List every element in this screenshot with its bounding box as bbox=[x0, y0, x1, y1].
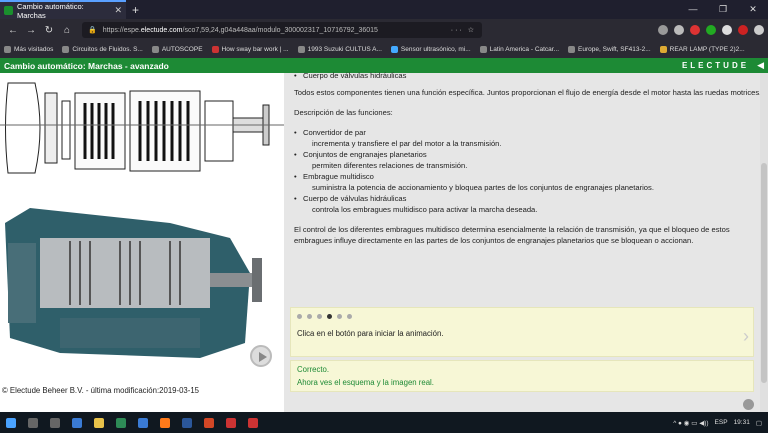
powerpoint-icon[interactable] bbox=[204, 417, 214, 428]
globe-icon bbox=[151, 46, 159, 53]
function-item: Conjuntos de engranajes planetariospermi… bbox=[294, 149, 764, 171]
bookmark-icon bbox=[62, 46, 70, 53]
bookmark-item[interactable]: Más visitados bbox=[4, 46, 53, 53]
copyright-text: © Electude Beheer B.V. - última modifica… bbox=[2, 386, 200, 395]
bookmark-item[interactable]: Sensor ultrasónico, mi... bbox=[390, 46, 471, 53]
minimize-icon[interactable]: — bbox=[678, 4, 708, 15]
task-view-icon[interactable] bbox=[50, 417, 60, 428]
animation-panel: Clica en el botón para iniciar la animac… bbox=[290, 307, 754, 357]
windows-start-icon[interactable] bbox=[6, 417, 16, 428]
electude-favicon-icon bbox=[4, 6, 13, 15]
bookmark-icon bbox=[390, 46, 398, 53]
bookmark-item[interactable]: 1993 Suzuki CULTUS A... bbox=[297, 46, 382, 53]
step-dot[interactable] bbox=[337, 314, 342, 319]
clock[interactable]: 19:31 bbox=[734, 419, 750, 426]
next-chevron-icon[interactable]: › bbox=[743, 326, 749, 347]
url-path: /sco7,59,24,g04a448aa/modulo_300002317_1… bbox=[182, 26, 378, 34]
globe-icon bbox=[568, 46, 576, 53]
library-icon[interactable] bbox=[674, 25, 684, 35]
url-bar[interactable]: 🔒 https://espe. electude.com /sco7,59,24… bbox=[82, 22, 482, 38]
function-item: Convertidor de parincrementa y transfier… bbox=[294, 127, 764, 149]
top-bullet: Cuerpo de válvulas hidráulicas bbox=[294, 70, 764, 81]
url-prefix: https://espe. bbox=[102, 26, 141, 34]
taskbar-app-icon[interactable] bbox=[138, 417, 148, 428]
module-text: Cuerpo de válvulas hidráulicas Todos est… bbox=[294, 70, 764, 255]
illustration-panel: © Electude Beheer B.V. - última modifica… bbox=[0, 73, 284, 412]
taskbar-app-icon[interactable] bbox=[72, 417, 82, 428]
step-dot[interactable] bbox=[317, 314, 322, 319]
tray-icons[interactable]: ^ ● ◉ ▭ ◀)) bbox=[673, 419, 708, 427]
chat-icon[interactable] bbox=[743, 399, 754, 410]
maximize-icon[interactable]: ❐ bbox=[708, 4, 738, 15]
reload-icon[interactable]: ↻ bbox=[40, 25, 58, 36]
firefox-icon[interactable] bbox=[160, 417, 170, 428]
home-icon[interactable]: ⌂ bbox=[58, 25, 76, 36]
pdf-icon[interactable] bbox=[248, 417, 258, 428]
bookmark-item[interactable]: REAR LAMP (TYPE 2)2... bbox=[659, 46, 745, 53]
browser-tab[interactable]: Cambio automático: Marchas ✕ bbox=[0, 0, 126, 20]
bookmark-icon bbox=[659, 46, 667, 53]
forward-arrow-icon[interactable]: → bbox=[22, 25, 40, 36]
youtube-icon bbox=[211, 46, 219, 53]
navigation-bar: ← → ↻ ⌂ 🔒 https://espe. electude.com /sc… bbox=[0, 19, 768, 41]
wrench-icon bbox=[297, 46, 305, 53]
taskbar-app-icon[interactable] bbox=[226, 417, 236, 428]
step-dot[interactable] bbox=[347, 314, 352, 319]
function-item: Cuerpo de válvulas hidráulicascontrola l… bbox=[294, 193, 764, 215]
module-title: Cambio automático: Marchas - avanzado bbox=[4, 60, 169, 71]
bookmarks-bar: Más visitados Circuitos de Fluidos. S...… bbox=[0, 41, 768, 58]
extension-red2-icon[interactable] bbox=[738, 25, 748, 35]
url-domain: electude.com bbox=[140, 26, 183, 34]
feedback-status: Correcto. bbox=[297, 365, 330, 374]
new-tab-button[interactable]: + bbox=[132, 3, 139, 17]
bookmark-item[interactable]: Europe, Swift, SF413-2... bbox=[568, 46, 651, 53]
step-dot-active[interactable] bbox=[327, 314, 332, 319]
description-heading: Descripción de las funciones: bbox=[294, 108, 393, 117]
feedback-panel: Correcto. Ahora ves el esquema y la imag… bbox=[290, 360, 754, 392]
close-tab-icon[interactable]: ✕ bbox=[114, 5, 122, 16]
scrollbar-thumb[interactable] bbox=[761, 163, 767, 383]
word-icon[interactable] bbox=[182, 417, 192, 428]
scrollbar[interactable] bbox=[760, 73, 768, 412]
bookmark-item[interactable]: Latin America - Catcar... bbox=[479, 46, 559, 53]
bookmark-item[interactable]: How sway bar work | ... bbox=[211, 46, 289, 53]
gear-icon bbox=[4, 46, 11, 53]
windows-taskbar: ^ ● ◉ ▭ ◀)) ESP 19:31 ▢ bbox=[0, 412, 768, 433]
window-controls: — ❐ ✕ bbox=[678, 4, 768, 15]
intro-paragraph: Todos estos componentes tienen una funci… bbox=[294, 88, 762, 97]
animation-message: Clica en el botón para iniciar la animac… bbox=[297, 329, 444, 338]
account-icon[interactable] bbox=[722, 25, 732, 35]
transmission-cutaway bbox=[5, 208, 262, 358]
extension-icons bbox=[658, 25, 764, 35]
tab-title: Cambio automático: Marchas bbox=[17, 1, 84, 20]
folder-icon[interactable] bbox=[94, 417, 104, 428]
transmission-schematic bbox=[0, 82, 284, 174]
play-button[interactable] bbox=[250, 345, 272, 367]
search-icon[interactable] bbox=[28, 417, 38, 428]
browser-title-bar: Cambio automático: Marchas ✕ + — ❐ ✕ bbox=[0, 0, 768, 20]
step-dot[interactable] bbox=[297, 314, 302, 319]
download-icon[interactable] bbox=[658, 25, 668, 35]
url-actions[interactable]: ··· ☆ bbox=[451, 26, 476, 34]
menu-icon[interactable] bbox=[754, 25, 764, 35]
language-indicator[interactable]: ESP bbox=[715, 419, 728, 426]
system-tray: ^ ● ◉ ▭ ◀)) ESP 19:31 ▢ bbox=[673, 419, 762, 427]
extension-green-icon[interactable] bbox=[706, 25, 716, 35]
feedback-message: Ahora ves el esquema y la imagen real. bbox=[297, 378, 434, 387]
function-item: Embrague multidiscosuministra la potenci… bbox=[294, 171, 764, 193]
step-indicator bbox=[297, 314, 352, 319]
control-paragraph: El control de los diferentes embragues m… bbox=[294, 225, 730, 245]
extension-red-icon[interactable] bbox=[690, 25, 700, 35]
notification-icon[interactable]: ▢ bbox=[756, 419, 762, 427]
taskbar-app-icon[interactable] bbox=[116, 417, 126, 428]
bookmark-item[interactable]: AUTOSCOPE bbox=[151, 46, 203, 53]
lock-icon: 🔒 bbox=[88, 27, 97, 34]
step-dot[interactable] bbox=[307, 314, 312, 319]
electude-logo: ELECTUDE bbox=[681, 61, 750, 70]
close-window-icon[interactable]: ✕ bbox=[738, 4, 768, 15]
globe-icon bbox=[479, 46, 487, 53]
transmission-illustration bbox=[0, 82, 284, 358]
bookmark-item[interactable]: Circuitos de Fluidos. S... bbox=[62, 46, 143, 53]
back-arrow-icon[interactable]: ← bbox=[4, 25, 22, 36]
